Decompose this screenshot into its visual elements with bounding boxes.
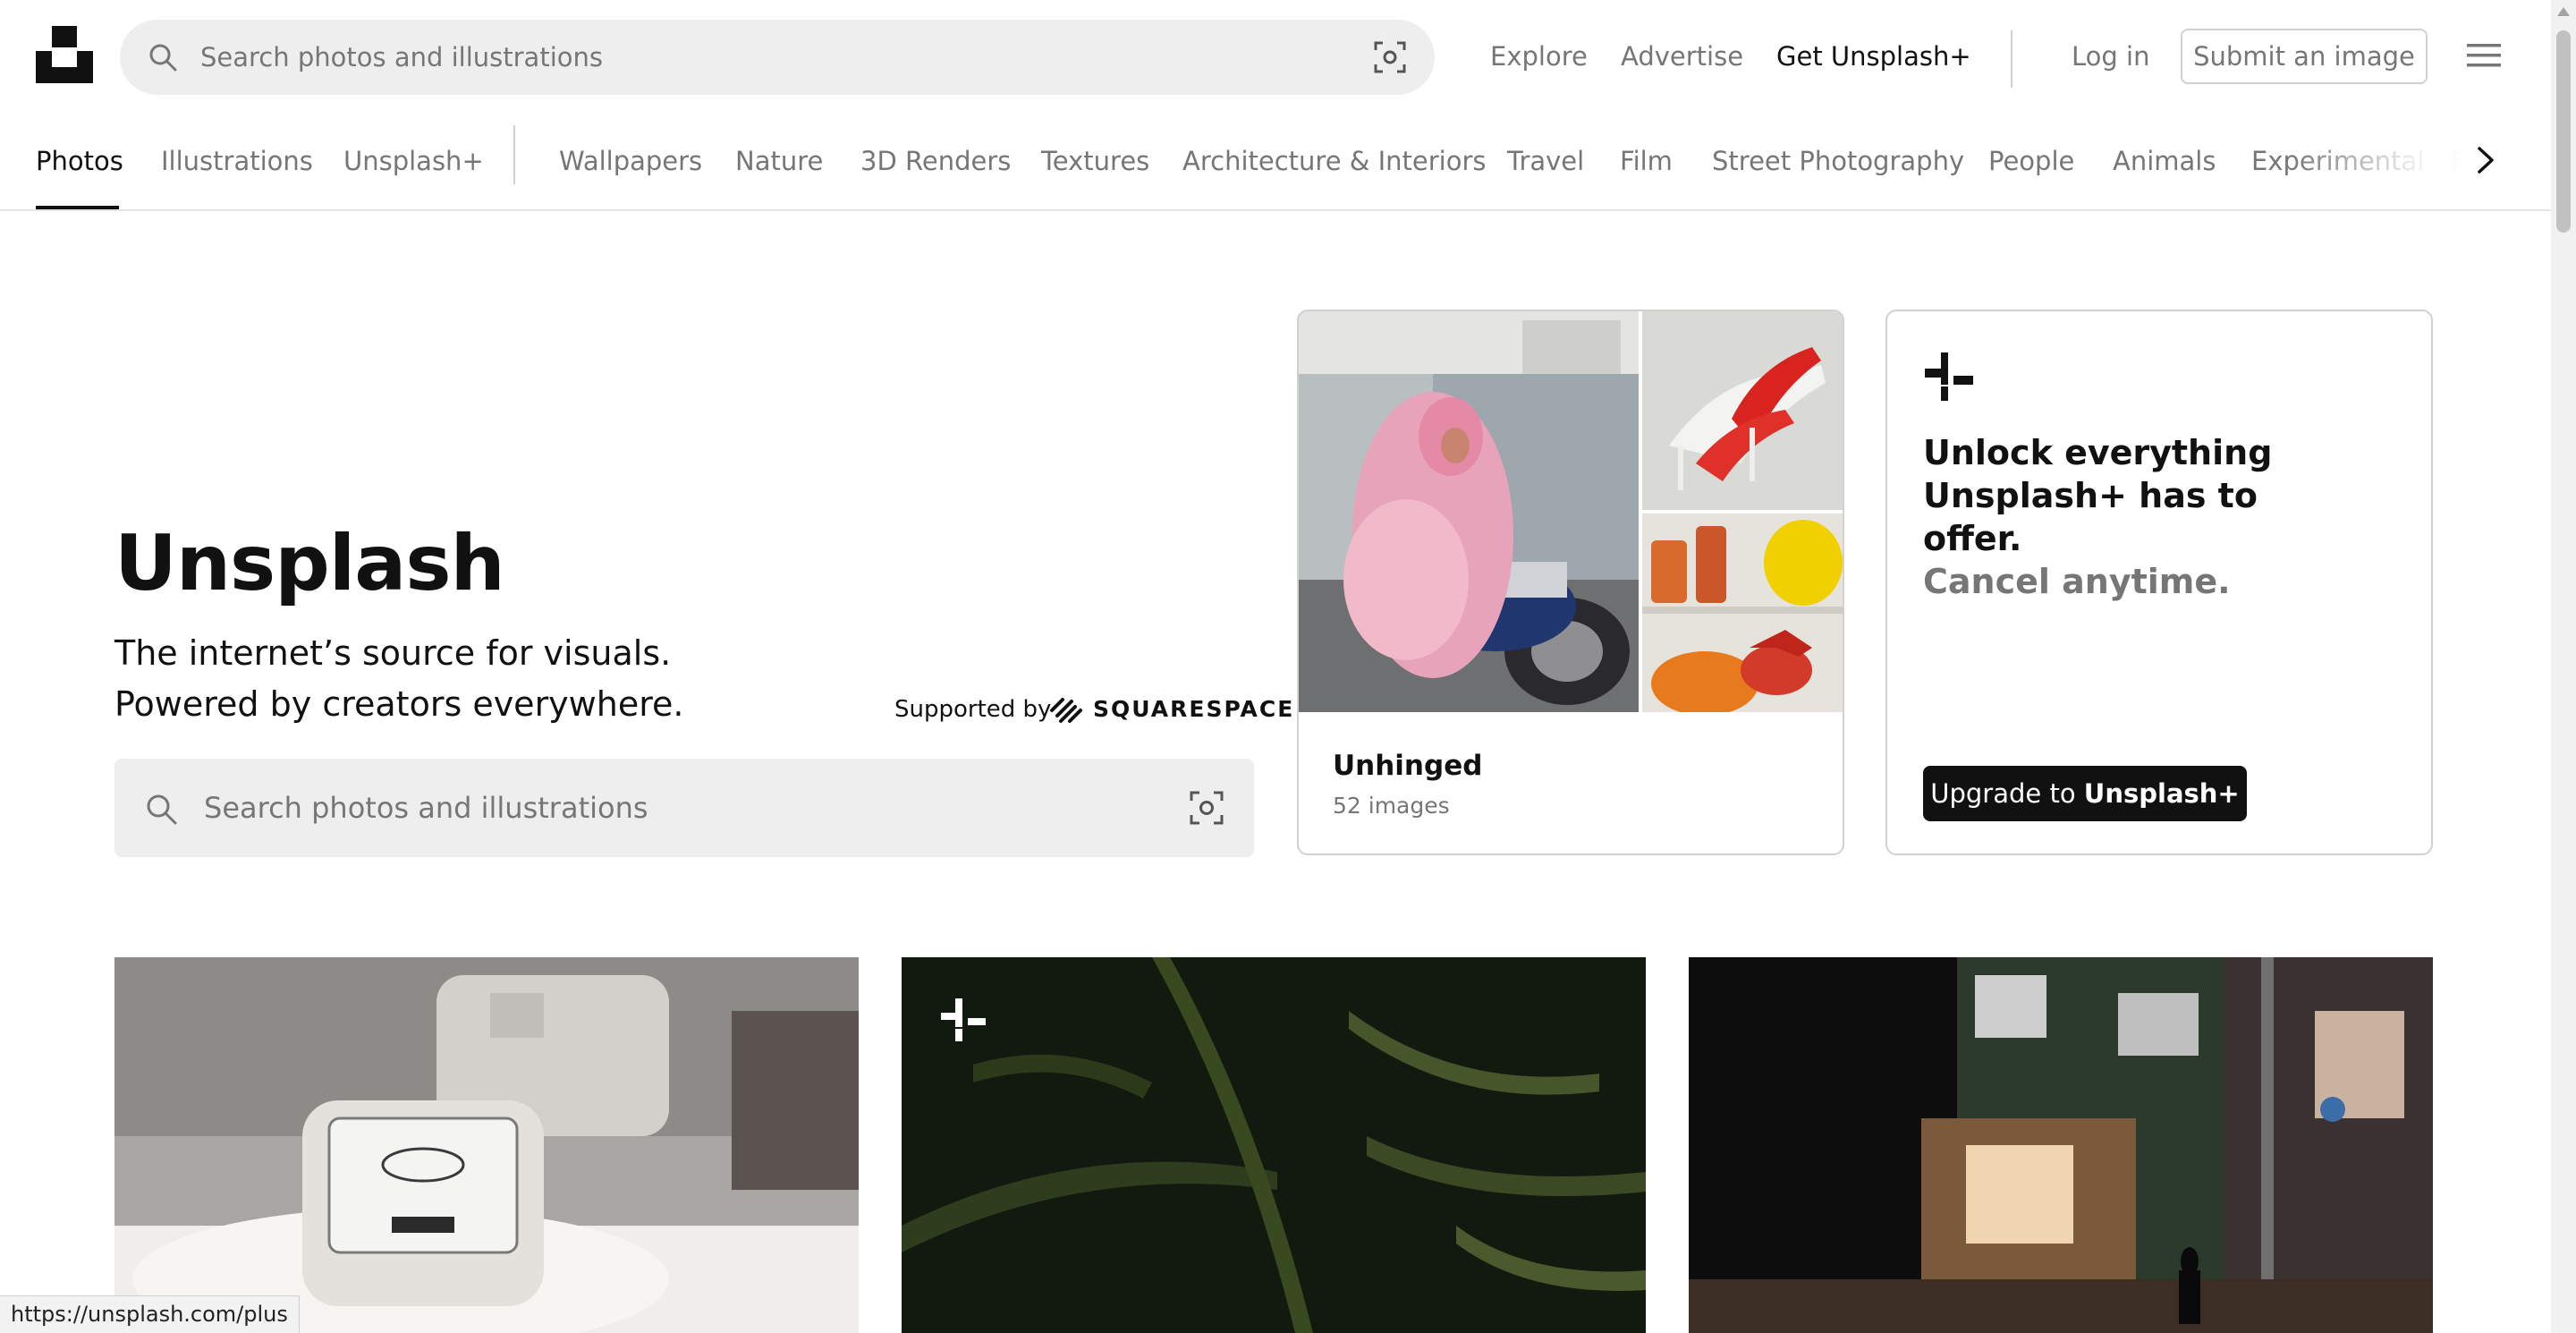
category-tabs: Photos Illustrations Unsplash+ Wallpaper… [0, 113, 2551, 211]
tab-animals[interactable]: Animals [2113, 134, 2216, 188]
hero-subtitle-line-2: Powered by creators everywhere. [114, 684, 684, 724]
plus-card-heading: Unlock everything Unsplash+ has to offer… [1923, 431, 2299, 603]
scrollbar-thumb[interactable] [2556, 30, 2571, 233]
supported-by-label: Supported by [894, 696, 1052, 723]
tab-nature[interactable]: Nature [735, 134, 823, 188]
sponsor-name[interactable]: SQUARESPACE [1093, 694, 1294, 725]
visual-search-icon[interactable] [1372, 39, 1408, 75]
squarespace-logo-icon[interactable] [1048, 696, 1084, 725]
unsplash-plus-promo-card: Unlock everything Unsplash+ has to offer… [1885, 310, 2433, 855]
top-header: Search photos and illustrations Explore … [0, 0, 2576, 113]
active-tab-indicator [36, 206, 119, 209]
tab-wallpapers[interactable]: Wallpapers [559, 134, 702, 188]
login-link[interactable]: Log in [2072, 27, 2149, 86]
hero-search-bar[interactable]: Search photos and illustrations [114, 759, 1254, 857]
unsplash-logo-icon[interactable] [36, 26, 93, 83]
tab-travel[interactable]: Travel [1507, 134, 1584, 188]
chevron-right-icon[interactable] [2470, 136, 2503, 184]
collection-photo-pink-rider[interactable] [1299, 311, 1639, 712]
tab-textures[interactable]: Textures [1041, 134, 1149, 188]
upgrade-button-prefix: Upgrade to [1930, 778, 2076, 809]
tab-3d-renders[interactable]: 3D Renders [860, 134, 1011, 188]
tab-people[interactable]: People [1988, 134, 2074, 188]
tab-unsplash-plus[interactable]: Unsplash+ [343, 134, 484, 188]
page-scrollbar[interactable] [2551, 0, 2576, 1333]
nav-get-plus-link[interactable]: Get Unsplash+ [1776, 27, 1971, 86]
plus-heading-line-3: offer. [1923, 519, 2022, 558]
collection-title[interactable]: Unhinged [1333, 750, 1482, 782]
photo-card-street-walker[interactable] [1689, 957, 2433, 1333]
visual-search-icon[interactable] [1188, 789, 1225, 827]
featured-collection-card[interactable]: Unhinged 52 images [1297, 310, 1844, 855]
hamburger-menu-icon[interactable] [2467, 41, 2501, 70]
collection-photo-shelf-objects[interactable] [1642, 514, 1844, 712]
photo-card-payment-terminal[interactable] [114, 957, 859, 1333]
tab-film[interactable]: Film [1620, 134, 1673, 188]
tab-architecture-interiors[interactable]: Architecture & Interiors [1182, 134, 1487, 188]
tab-illustrations[interactable]: Illustrations [161, 134, 313, 188]
plus-heading-line-1: Unlock everything [1923, 433, 2273, 472]
nav-explore-link[interactable]: Explore [1490, 27, 1588, 86]
tab-street-photography[interactable]: Street Photography [1712, 134, 1964, 188]
submit-image-button[interactable]: Submit an image [2181, 29, 2428, 84]
nav-advertise-link[interactable]: Advertise [1621, 27, 1743, 86]
header-search-bar[interactable]: Search photos and illustrations [120, 20, 1435, 95]
hero-subtitle: The internet’s source for visuals. Power… [114, 628, 683, 730]
search-input[interactable]: Search photos and illustrations [200, 20, 603, 95]
hero-search-input[interactable]: Search photos and illustrations [204, 759, 648, 857]
tab-divider [513, 125, 515, 184]
upgrade-button-brand: Unsplash+ [2083, 778, 2240, 809]
collection-image-count: 52 images [1333, 793, 1450, 819]
hero-title: Unsplash [114, 519, 505, 608]
unsplash-plus-logo-icon [1925, 352, 1973, 401]
search-icon[interactable] [147, 41, 179, 73]
collection-photo-chili-heels[interactable] [1642, 311, 1844, 510]
upgrade-to-plus-button[interactable]: Upgrade to Unsplash+ [1923, 766, 2247, 821]
plus-heading-line-4: Cancel anytime. [1923, 562, 2231, 601]
tab-photos[interactable]: Photos [36, 134, 123, 188]
photo-card-fern-leaves[interactable] [902, 957, 1646, 1333]
plus-heading-line-2: Unsplash+ has to [1923, 476, 2258, 515]
header-divider [2011, 30, 2012, 88]
scroll-up-arrow-icon[interactable] [2557, 7, 2570, 16]
browser-status-url: https://unsplash.com/plus [0, 1295, 300, 1333]
search-icon[interactable] [143, 791, 179, 827]
hero-subtitle-line-1: The internet’s source for visuals. [114, 633, 672, 673]
